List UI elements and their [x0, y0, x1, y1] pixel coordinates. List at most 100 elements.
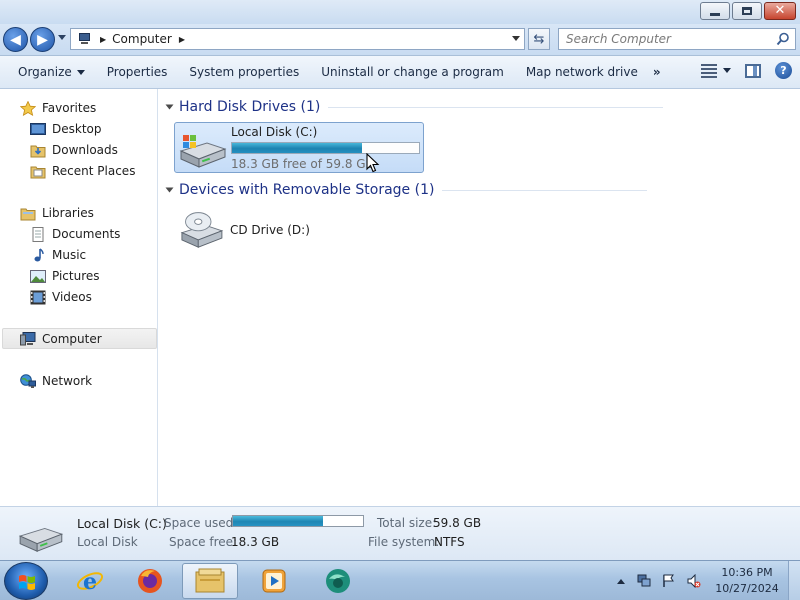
cd-drive-d-item[interactable]: CD Drive (D:) — [174, 207, 424, 255]
local-disk-c-item[interactable]: Local Disk (C:) 18.3 GB free of 59.8 GB — [174, 122, 424, 173]
space-free-value: 18.3 GB — [231, 535, 280, 549]
sidebar-item-downloads[interactable]: Downloads — [30, 140, 118, 160]
sidebar-label: Music — [52, 248, 87, 262]
organize-label: Organize — [18, 65, 72, 79]
sidebar-item-favorites[interactable]: Favorites — [20, 98, 96, 118]
sidebar-item-desktop[interactable]: Desktop — [30, 119, 102, 139]
drive-name: Local Disk (C:) — [231, 125, 318, 139]
view-options-chevron-icon[interactable] — [723, 68, 731, 73]
breadcrumb-chevron-icon[interactable]: ▶ — [179, 35, 185, 44]
computer-icon — [20, 331, 36, 345]
taskbar-internet-explorer[interactable]: e — [62, 563, 118, 599]
total-size-label: Total size: — [377, 516, 437, 530]
sidebar-item-libraries[interactable]: Libraries — [20, 203, 94, 223]
sidebar-label: Videos — [52, 290, 92, 304]
mouse-cursor-icon — [366, 153, 380, 173]
search-input[interactable] — [566, 32, 771, 46]
collapse-caret-icon[interactable] — [165, 187, 174, 193]
search-icon[interactable] — [776, 32, 790, 46]
desktop-icon — [30, 122, 46, 135]
network-status-icon[interactable] — [637, 574, 651, 588]
show-desktop-button[interactable] — [788, 561, 800, 600]
show-hidden-icons-icon[interactable] — [617, 578, 625, 584]
search-box[interactable] — [558, 28, 796, 50]
group-title: Hard Disk Drives (1) — [179, 99, 321, 115]
total-size-value: 59.8 GB — [433, 516, 482, 530]
system-tray: 10:36 PM 10/27/2024 — [617, 561, 800, 600]
back-button[interactable]: ◀ — [3, 27, 28, 52]
command-bar: Organize Properties System properties Un… — [0, 56, 800, 89]
taskbar-firefox[interactable] — [122, 563, 178, 599]
navigation-pane: Favorites Desktop Downloads Recent Place… — [0, 89, 158, 506]
taskbar: e 10:36 PM 10/27/2024 — [0, 560, 800, 600]
sidebar-label: Recent Places — [52, 164, 136, 178]
sidebar-label: Downloads — [52, 143, 118, 157]
sidebar-item-network[interactable]: Network — [20, 371, 92, 391]
clock[interactable]: 10:36 PM 10/27/2024 — [712, 565, 782, 597]
refresh-button[interactable]: ⇆ — [528, 28, 550, 50]
forward-arrow-icon: ▶ — [37, 31, 48, 48]
volume-muted-icon[interactable] — [687, 574, 701, 588]
sidebar-label: Favorites — [42, 101, 97, 115]
sidebar-label: Computer — [42, 332, 102, 346]
sidebar-label: Pictures — [52, 269, 100, 283]
help-icon[interactable]: ? — [775, 62, 792, 79]
uninstall-program-button[interactable]: Uninstall or change a program — [310, 65, 515, 79]
sidebar-item-documents[interactable]: Documents — [30, 224, 120, 244]
clock-time: 10:36 PM — [721, 566, 773, 579]
change-view-icon[interactable] — [701, 63, 717, 78]
breadcrumb-computer[interactable]: Computer — [112, 32, 172, 46]
forward-button[interactable]: ▶ — [30, 27, 55, 52]
drive-free-space: 18.3 GB free of 59.8 GB — [231, 157, 374, 171]
breadcrumb-separator-icon[interactable]: ▶ — [100, 35, 106, 44]
maximize-button[interactable] — [732, 2, 762, 20]
group-header-removable-storage[interactable]: Devices with Removable Storage (1) — [165, 180, 792, 200]
sidebar-label: Libraries — [42, 206, 94, 220]
windows-logo-icon — [19, 575, 35, 590]
sidebar-label: Documents — [52, 227, 121, 241]
sidebar-item-pictures[interactable]: Pictures — [30, 266, 100, 286]
music-icon — [34, 247, 44, 261]
content-area: Hard Disk Drives (1) Local Disk (C:) 18.… — [159, 89, 800, 506]
group-divider — [328, 106, 664, 108]
hard-drive-icon — [179, 135, 227, 168]
svg-text:e: e — [83, 569, 97, 595]
sidebar-item-computer[interactable]: Computer — [20, 329, 102, 349]
drive-usage-fill — [232, 143, 362, 153]
space-used-bar — [232, 515, 364, 527]
system-properties-button[interactable]: System properties — [178, 65, 310, 79]
minimize-button[interactable] — [700, 2, 730, 20]
recent-pages-dropdown[interactable] — [58, 35, 66, 40]
internet-explorer-icon: e — [76, 569, 104, 595]
action-center-flag-icon[interactable] — [662, 574, 676, 588]
preview-pane-icon[interactable] — [745, 63, 761, 78]
map-network-drive-button[interactable]: Map network drive — [515, 65, 649, 79]
taskbar-globe-app[interactable] — [310, 563, 366, 599]
taskbar-media-player[interactable] — [246, 563, 302, 599]
collapse-caret-icon[interactable] — [165, 104, 174, 110]
address-bar[interactable]: ▶ Computer ▶ — [70, 28, 525, 50]
drive-usage-bar — [231, 142, 420, 154]
sidebar-item-recent-places[interactable]: Recent Places — [30, 161, 135, 181]
start-button[interactable] — [4, 562, 48, 600]
minimize-icon — [710, 12, 720, 16]
star-icon — [20, 100, 36, 116]
organize-button[interactable]: Organize — [0, 65, 96, 79]
sidebar-label: Network — [42, 374, 93, 388]
group-header-hard-disk-drives[interactable]: Hard Disk Drives (1) — [165, 97, 792, 117]
globe-app-icon — [326, 569, 350, 593]
close-icon: ✕ — [774, 3, 786, 18]
recent-places-icon — [30, 166, 46, 178]
address-dropdown-icon[interactable] — [512, 36, 520, 41]
refresh-icon: ⇆ — [533, 31, 545, 47]
close-button[interactable]: ✕ — [764, 2, 796, 20]
more-commands-button[interactable]: » — [653, 65, 661, 79]
network-icon — [20, 373, 36, 388]
downloads-folder-icon — [30, 145, 46, 157]
file-system-label: File system: — [368, 535, 440, 549]
taskbar-windows-explorer[interactable] — [182, 563, 238, 599]
sidebar-item-music[interactable]: Music — [30, 245, 86, 265]
properties-button[interactable]: Properties — [96, 65, 179, 79]
sidebar-item-videos[interactable]: Videos — [30, 287, 92, 307]
space-used-label: Space used: — [164, 516, 238, 530]
